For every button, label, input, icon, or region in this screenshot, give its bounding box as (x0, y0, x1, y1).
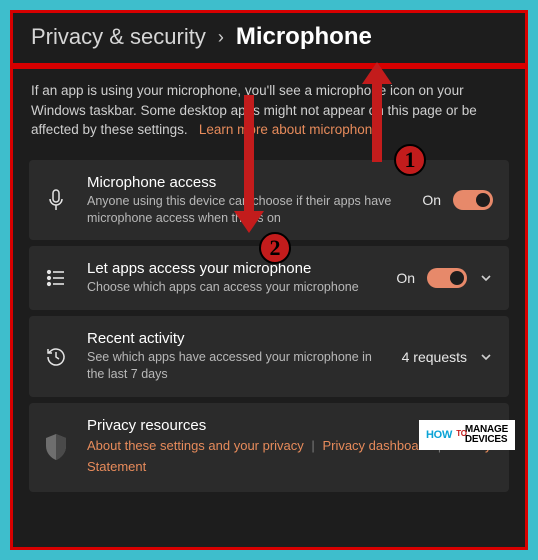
chevron-right-icon: › (218, 27, 224, 48)
microphone-access-row: Microphone access Anyone using this devi… (29, 160, 509, 241)
annotation-badge-2: 2 (259, 232, 291, 264)
privacy-link-about[interactable]: About these settings and your privacy (87, 438, 304, 453)
microphone-icon (43, 189, 69, 211)
breadcrumb-parent[interactable]: Privacy & security (31, 24, 206, 50)
watermark-how: HOW (426, 430, 452, 441)
watermark: HOW TO MANAGE DEVICES (419, 420, 515, 450)
annotation-badge-1: 1 (394, 144, 426, 176)
recent-activity-count: 4 requests (402, 349, 467, 365)
chevron-down-icon[interactable] (479, 350, 493, 364)
settings-window: Privacy & security › Microphone If an ap… (10, 10, 528, 550)
history-icon (43, 346, 69, 368)
apps-access-state: On (396, 270, 415, 286)
recent-activity-title: Recent activity (87, 330, 384, 347)
microphone-access-state: On (422, 192, 441, 208)
watermark-to: TO (456, 430, 467, 438)
content-pane: If an app is using your microphone, you'… (10, 66, 528, 550)
microphone-access-toggle[interactable] (453, 190, 493, 210)
breadcrumb: Privacy & security › Microphone (10, 10, 528, 66)
intro-text: If an app is using your microphone, you'… (23, 81, 515, 154)
breadcrumb-current: Microphone (236, 23, 372, 51)
shield-icon (43, 433, 69, 461)
list-icon (43, 269, 69, 287)
apps-access-sub: Choose which apps can access your microp… (87, 279, 378, 296)
recent-activity-row[interactable]: Recent activity See which apps have acce… (29, 316, 509, 397)
annotation-arrow-1 (368, 60, 386, 160)
recent-activity-sub: See which apps have accessed your microp… (87, 349, 384, 383)
watermark-line2: DEVICES (465, 435, 508, 445)
learn-more-link[interactable]: Learn more about microphone (199, 122, 380, 137)
chevron-down-icon[interactable] (479, 271, 493, 285)
privacy-link-dashboard[interactable]: Privacy dashboard (322, 438, 430, 453)
separator: | (307, 438, 318, 453)
apps-access-title: Let apps access your microphone (87, 260, 378, 277)
annotation-arrow-2 (240, 95, 258, 235)
apps-access-toggle[interactable] (427, 268, 467, 288)
